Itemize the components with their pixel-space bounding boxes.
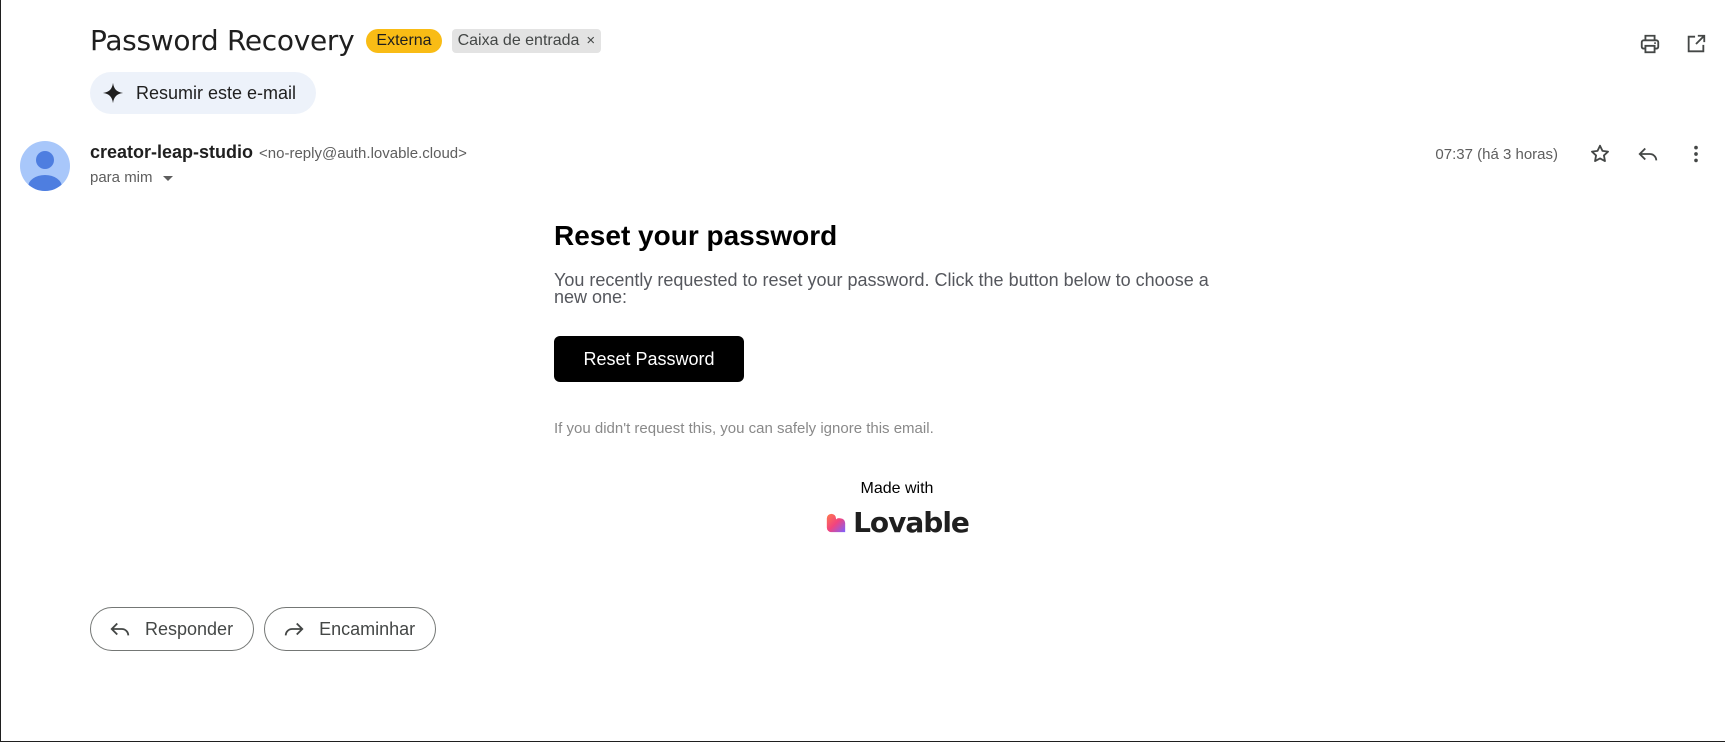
email-subject: Password Recovery [90, 24, 355, 57]
made-with-footer: Made with Lovable [554, 480, 1240, 539]
star-button[interactable] [1586, 140, 1614, 168]
email-body: Reset your password You recently request… [554, 220, 1234, 539]
chevron-down-icon[interactable] [162, 176, 173, 181]
sender-block: creator-leap-studio <no-reply@auth.lovab… [90, 142, 467, 186]
reply-pill-button[interactable]: Responder [90, 607, 255, 651]
inbox-label[interactable]: Caixa de entrada × [451, 28, 602, 53]
summarize-label: Resumir este e-mail [136, 82, 297, 103]
reply-icon [110, 622, 130, 636]
recipient-details[interactable]: para mim [90, 169, 467, 186]
open-in-new-window-icon [1687, 34, 1706, 53]
more-vert-icon [1694, 145, 1698, 163]
reply-actions: Responder Encaminhar [90, 607, 437, 651]
sparkle-icon [102, 82, 124, 104]
email-body-text: You recently requested to reset your pas… [554, 270, 1209, 307]
recipient-label: para mim [90, 169, 153, 186]
reply-icon [1638, 147, 1658, 161]
inbox-label-text: Caixa de entrada [457, 31, 580, 49]
sender-avatar[interactable] [20, 141, 70, 191]
forward-pill-button[interactable]: Encaminhar [264, 607, 437, 651]
sender-email: <no-reply@auth.lovable.cloud> [259, 145, 467, 162]
summarize-email-button[interactable]: Resumir este e-mail [90, 72, 317, 114]
email-heading: Reset your password [554, 220, 838, 251]
sender-name[interactable]: creator-leap-studio [90, 142, 253, 163]
made-with-label: Made with [860, 480, 934, 497]
ignore-notice: If you didn't request this, you can safe… [554, 420, 934, 437]
reply-label: Responder [145, 618, 234, 639]
more-options-button[interactable] [1682, 140, 1710, 168]
top-actions [1636, 30, 1710, 58]
lovable-logo[interactable]: Lovable [554, 506, 1240, 539]
print-button[interactable] [1636, 30, 1664, 58]
timestamp: 07:37 (há 3 horas) [1435, 145, 1558, 163]
reply-button[interactable] [1634, 140, 1662, 168]
forward-label: Encaminhar [319, 618, 416, 639]
lovable-heart-icon [826, 513, 846, 532]
print-icon [1640, 34, 1660, 54]
reset-password-button[interactable]: Reset Password [554, 336, 744, 382]
message-meta: 07:37 (há 3 horas) [1435, 140, 1710, 168]
external-label: Externa [366, 28, 442, 53]
forward-icon [284, 622, 304, 636]
lovable-wordmark: Lovable [853, 506, 970, 539]
person-icon [28, 151, 62, 191]
subject-row: Password Recovery Externa Caixa de entra… [90, 24, 602, 57]
star-icon [1591, 144, 1609, 162]
remove-label-icon[interactable]: × [586, 32, 595, 49]
open-in-new-window-button[interactable] [1682, 30, 1710, 58]
